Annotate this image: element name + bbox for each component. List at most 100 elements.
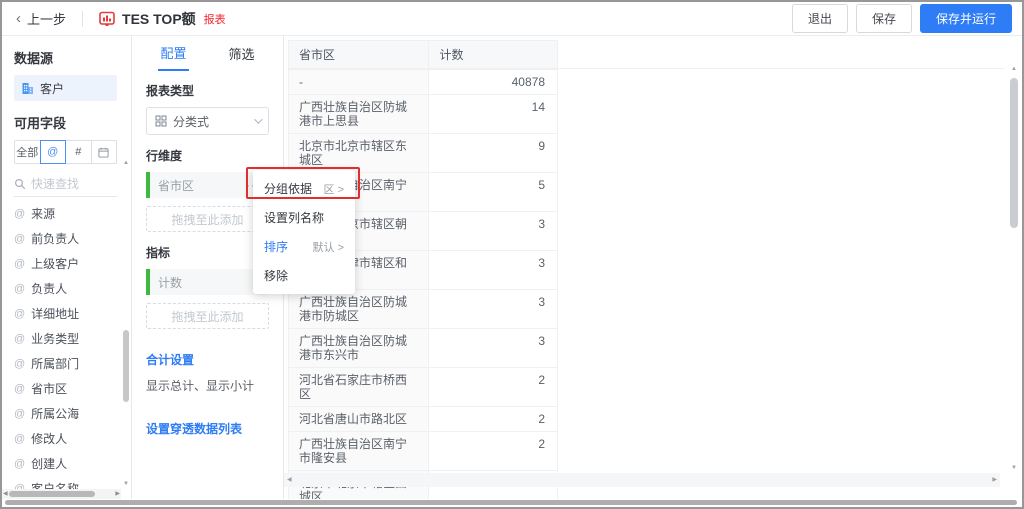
dimension-dropzone[interactable]: 拖拽至此添加 bbox=[146, 206, 269, 232]
report-type-value: 分类式 bbox=[173, 113, 248, 130]
menu-item-label: 移除 bbox=[264, 267, 288, 284]
scroll-left-icon[interactable]: ◀ bbox=[3, 490, 8, 497]
field-item[interactable]: @上级客户 bbox=[14, 251, 117, 276]
chevron-down-icon bbox=[254, 115, 262, 123]
menu-item[interactable]: 移除 bbox=[253, 261, 355, 290]
field-label: 修改人 bbox=[31, 430, 67, 447]
page-title: TES TOP额 bbox=[122, 9, 196, 29]
calendar-icon bbox=[98, 147, 109, 158]
metric-dropzone[interactable]: 拖拽至此添加 bbox=[146, 303, 269, 329]
field-search[interactable] bbox=[14, 174, 117, 197]
metric-label: 指标 bbox=[146, 244, 269, 261]
scroll-left-icon[interactable]: ◀ bbox=[287, 476, 292, 483]
field-label: 来源 bbox=[31, 205, 55, 222]
table-row: 广西壮族自治区南宁市隆安县2 bbox=[289, 432, 558, 471]
row-dimension-label: 行维度 bbox=[146, 147, 269, 164]
building-icon bbox=[21, 82, 34, 95]
at-icon: @ bbox=[14, 208, 25, 220]
field-label: 上级客户 bbox=[31, 255, 79, 272]
row-dimension-item[interactable]: 省市区 ··· bbox=[146, 172, 269, 198]
field-item[interactable]: @ 来源 bbox=[14, 201, 117, 226]
scroll-up-icon[interactable]: ▲ bbox=[1008, 66, 1020, 72]
dimension-context-menu: 分组依据区 > 设置列名称排序默认 > 移除 bbox=[253, 170, 355, 294]
menu-item[interactable]: 设置列名称 bbox=[253, 203, 355, 232]
field-item[interactable]: @所属部门 bbox=[14, 351, 117, 376]
column-header-region[interactable]: 省市区 bbox=[289, 41, 429, 70]
total-settings-link[interactable]: 合计设置 bbox=[146, 351, 269, 368]
menu-item[interactable]: 分组依据区 > bbox=[253, 174, 355, 203]
report-type-select[interactable]: 分类式 bbox=[146, 107, 269, 135]
datasource-item-customer[interactable]: 客户 bbox=[14, 75, 117, 101]
count-cell: 3 bbox=[429, 290, 558, 329]
drill-through-link[interactable]: 设置穿透数据列表 bbox=[146, 420, 269, 437]
field-label: 省市区 bbox=[31, 380, 67, 397]
scrollbar-thumb[interactable] bbox=[5, 500, 1017, 505]
count-cell: 2 bbox=[429, 432, 558, 471]
region-cell: 广西壮族自治区防城港市上思县 bbox=[289, 95, 429, 134]
region-cell: 广西壮族自治区南宁市隆安县 bbox=[289, 432, 429, 471]
field-item[interactable]: @负责人 bbox=[14, 276, 117, 301]
filter-number[interactable]: # bbox=[65, 140, 92, 164]
field-item[interactable]: @创建人 bbox=[14, 451, 117, 476]
filter-all[interactable]: 全部 bbox=[14, 140, 41, 164]
filter-text[interactable]: @ bbox=[40, 140, 67, 164]
scrollbar-thumb[interactable] bbox=[123, 330, 129, 402]
sidebar-vertical-scrollbar[interactable]: ▲ ▼ bbox=[121, 160, 131, 487]
exit-button[interactable]: 退出 bbox=[792, 4, 848, 33]
table-row: 北京市北京市辖区东城区9 bbox=[289, 134, 558, 173]
row-dimension-value: 省市区 bbox=[158, 177, 246, 194]
table-vertical-scrollbar[interactable]: ▲ ▼ bbox=[1008, 66, 1020, 471]
count-cell: 3 bbox=[429, 212, 558, 251]
field-item[interactable]: @详细地址 bbox=[14, 301, 117, 326]
save-and-run-button[interactable]: 保存并运行 bbox=[920, 4, 1012, 33]
search-input[interactable] bbox=[31, 177, 109, 191]
sidebar-horizontal-scrollbar[interactable]: ◀ ▶ bbox=[2, 489, 121, 499]
scrollbar-thumb[interactable] bbox=[9, 491, 95, 497]
region-cell: 广西壮族自治区防城港市东兴市 bbox=[289, 329, 429, 368]
metric-item[interactable]: 计数 bbox=[146, 269, 269, 295]
datasource-item-label: 客户 bbox=[40, 80, 64, 97]
table-row: 广西壮族自治区防城港市东兴市3 bbox=[289, 329, 558, 368]
at-icon: @ bbox=[14, 308, 25, 320]
column-header-count[interactable]: 计数 bbox=[429, 41, 558, 70]
menu-item-hint: 默认 > bbox=[313, 239, 344, 255]
scrollbar-thumb[interactable] bbox=[1010, 78, 1018, 228]
scroll-right-icon[interactable]: ▶ bbox=[992, 476, 997, 483]
region-cell: 河北省石家庄市桥西区 bbox=[289, 368, 429, 407]
count-cell: 3 bbox=[429, 329, 558, 368]
tab-config[interactable]: 配置 bbox=[158, 36, 188, 71]
back-button[interactable]: ‹ 上一步 bbox=[16, 9, 66, 28]
datasource-heading: 数据源 bbox=[14, 48, 117, 67]
field-item[interactable]: @业务类型 bbox=[14, 326, 117, 351]
scroll-down-icon[interactable]: ▼ bbox=[121, 481, 131, 487]
field-item[interactable]: @修改人 bbox=[14, 426, 117, 451]
table-row: 广西壮族自治区防城港市上思县14 bbox=[289, 95, 558, 134]
report-type-label: 报表类型 bbox=[146, 82, 269, 99]
search-icon bbox=[14, 178, 26, 190]
field-type-filter: 全部 @ # bbox=[14, 140, 117, 164]
field-item[interactable]: @前负责人 bbox=[14, 226, 117, 251]
page-horizontal-scrollbar[interactable] bbox=[2, 499, 1022, 507]
menu-item-label: 设置列名称 bbox=[264, 209, 324, 226]
field-item[interactable]: @ 省市区 bbox=[14, 376, 117, 401]
table-preview: 省市区 计数 -40878广西壮族自治区防城港市上思县14北京市北京市辖区东城区… bbox=[284, 36, 1022, 499]
at-icon: @ bbox=[14, 383, 25, 395]
scroll-up-icon[interactable]: ▲ bbox=[121, 160, 131, 166]
region-cell: 北京市北京市辖区东城区 bbox=[289, 134, 429, 173]
count-cell: 9 bbox=[429, 134, 558, 173]
filter-date[interactable] bbox=[91, 140, 118, 164]
save-button[interactable]: 保存 bbox=[856, 4, 912, 33]
region-cell: - bbox=[289, 70, 429, 95]
count-cell: 40878 bbox=[429, 70, 558, 95]
scroll-right-icon[interactable]: ▶ bbox=[115, 490, 120, 497]
menu-item[interactable]: 排序默认 > bbox=[253, 232, 355, 261]
at-icon: @ bbox=[14, 358, 25, 370]
field-item[interactable]: @所属公海 bbox=[14, 401, 117, 426]
back-label: 上一步 bbox=[27, 9, 66, 28]
table-horizontal-scrollbar[interactable]: ◀ ▶ bbox=[284, 473, 1000, 487]
region-cell: 河北省唐山市路北区 bbox=[289, 407, 429, 432]
tab-filter[interactable]: 筛选 bbox=[227, 37, 257, 70]
scroll-down-icon[interactable]: ▼ bbox=[1008, 465, 1020, 471]
table-row: 河北省唐山市路北区2 bbox=[289, 407, 558, 432]
report-type-badge: 报表 bbox=[204, 11, 226, 27]
